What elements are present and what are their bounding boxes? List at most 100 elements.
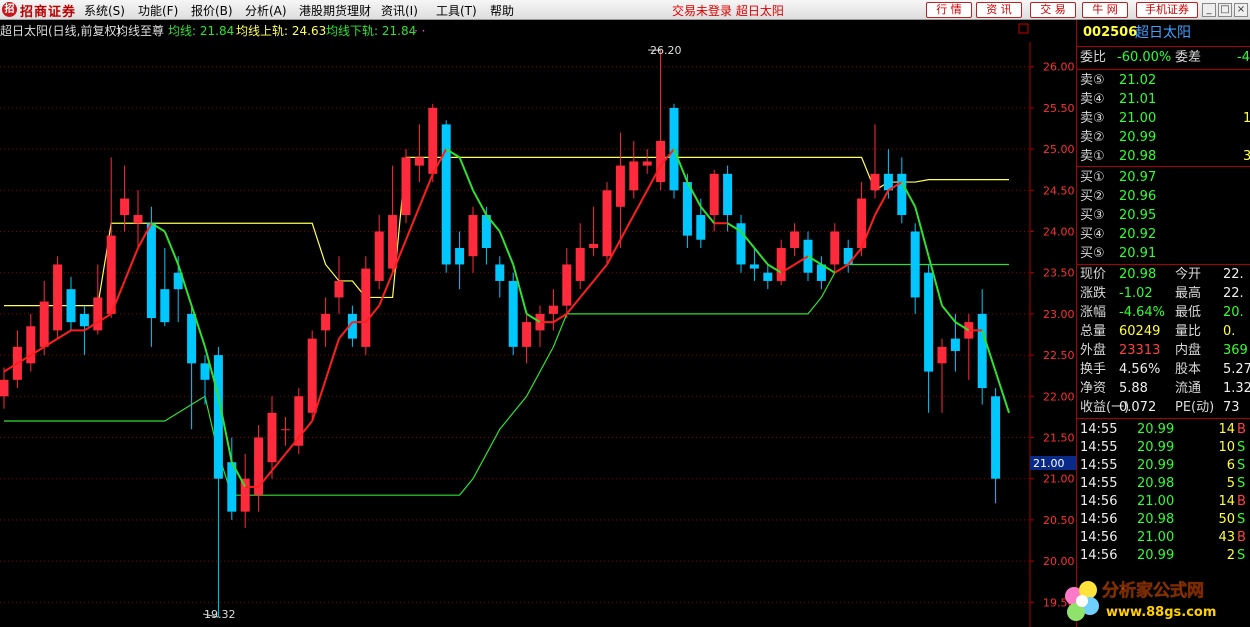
- candle-layer: [0, 50, 1001, 618]
- broker-name: 招商证券: [20, 5, 77, 20]
- tick-volume: 6: [1226, 458, 1235, 473]
- stat-value: 1.32: [1223, 381, 1250, 396]
- candle-body: [548, 305, 558, 314]
- menu-help[interactable]: 帮助: [490, 2, 514, 19]
- tick-volume: 14: [1218, 494, 1235, 509]
- buy-level-price: 20.92: [1119, 227, 1157, 242]
- stat-label: 最低: [1175, 305, 1202, 320]
- menu-quote[interactable]: 报价(B): [191, 2, 233, 19]
- sell-level-volume: 1: [1243, 110, 1250, 128]
- candle-body: [977, 313, 987, 389]
- candle-body: [455, 247, 465, 265]
- candle-body: [495, 264, 505, 281]
- upper-band-value: 均线上轨: 24.63: [236, 24, 326, 38]
- candle-body: [120, 198, 130, 216]
- tick-side: S: [1237, 476, 1246, 491]
- sell-level-price: 21.01: [1119, 92, 1157, 107]
- menu-hk-futures[interactable]: 港股期货理财: [299, 2, 371, 19]
- menu-system[interactable]: 系统(S): [84, 2, 125, 19]
- stat-label: 内盘: [1175, 343, 1202, 358]
- price-tick-label: 25.00: [1043, 143, 1075, 156]
- tick-side: B: [1237, 494, 1246, 509]
- stat-label: 量比: [1175, 324, 1202, 339]
- price-tick-label: 21.00: [1043, 473, 1075, 486]
- sell-level-label: 卖③: [1080, 111, 1105, 126]
- news-button[interactable]: 资 讯: [976, 2, 1022, 18]
- candle-body: [401, 157, 411, 216]
- candle-body: [106, 235, 116, 314]
- candle-body: [615, 165, 625, 207]
- stat-value: 60249: [1119, 324, 1161, 339]
- menu-tools[interactable]: 工具(T): [436, 2, 477, 19]
- stat-value: 22.: [1223, 267, 1244, 282]
- trade-button[interactable]: 交 易: [1030, 2, 1076, 18]
- candle-body: [950, 338, 960, 351]
- candle-body: [790, 231, 800, 248]
- tick-price: 20.98: [1137, 476, 1175, 491]
- candle-body: [629, 161, 639, 191]
- candle-body: [991, 396, 1001, 479]
- candle-body: [240, 478, 250, 512]
- minimize-icon[interactable]: _: [1202, 3, 1216, 17]
- tick-price: 20.99: [1137, 458, 1175, 473]
- buy-level-price: 20.96: [1119, 189, 1157, 204]
- price-tick-label: 22.00: [1043, 390, 1075, 403]
- buy-level-price: 20.91: [1119, 246, 1157, 261]
- menu-function[interactable]: 功能(F): [138, 2, 178, 19]
- stat-label: 涨跌: [1080, 286, 1107, 301]
- ma-segment: [834, 263, 849, 274]
- buy-level-label: 买④: [1080, 227, 1105, 242]
- chart-settings-icon[interactable]: [1018, 23, 1029, 34]
- menu-news[interactable]: 资讯(I): [381, 2, 418, 19]
- tick-price: 20.99: [1137, 548, 1175, 563]
- candle-body: [589, 243, 599, 248]
- tick-time: 14:55: [1080, 440, 1118, 455]
- stat-label: 总量: [1080, 324, 1107, 339]
- buy-level-label: 买③: [1080, 208, 1105, 223]
- chart-title: 超日太阳(日线,前复权): [0, 23, 121, 38]
- restore-icon[interactable]: □: [1218, 3, 1232, 17]
- sell-level-price: 21.00: [1119, 111, 1157, 126]
- candle-body: [709, 173, 719, 216]
- candle-body: [414, 157, 424, 166]
- candle-body: [133, 215, 143, 224]
- stat-value: 0.072: [1119, 400, 1157, 415]
- tick-volume: 50: [1218, 512, 1235, 527]
- tick-time: 14:56: [1080, 512, 1118, 527]
- candle-body: [280, 429, 290, 431]
- tick-price: 20.99: [1137, 422, 1175, 437]
- low-marker: 19.32: [204, 608, 236, 621]
- tick-side: S: [1237, 512, 1246, 527]
- ma-segment: [619, 214, 635, 241]
- candle-body: [723, 173, 733, 216]
- close-icon[interactable]: ×: [1234, 3, 1248, 17]
- current-price-tag: 21.00: [1033, 457, 1065, 470]
- mobile-button[interactable]: 手机证券: [1136, 2, 1198, 18]
- stat-label: 股本: [1175, 362, 1202, 377]
- indicator-dots: · ·: [414, 24, 425, 38]
- flower-icon: [1065, 581, 1099, 621]
- candle-body: [200, 363, 210, 380]
- niu-button[interactable]: 牛 网: [1082, 2, 1128, 18]
- ma-segment: [324, 338, 340, 381]
- price-tick-label: 23.50: [1043, 267, 1075, 280]
- price-tick-label: 24.50: [1043, 184, 1075, 197]
- tick-volume: 5: [1226, 476, 1235, 491]
- stock-code: 002506: [1083, 25, 1138, 40]
- watermark-url: www.88gs.com: [1106, 605, 1216, 620]
- tick-side: S: [1237, 458, 1246, 473]
- tick-price: 20.99: [1137, 440, 1175, 455]
- market-button[interactable]: 行 情: [926, 2, 972, 18]
- stat-label: 现价: [1080, 267, 1107, 282]
- tick-volume: 43: [1218, 530, 1235, 545]
- menu-analysis[interactable]: 分析(A): [245, 2, 287, 19]
- tick-time: 14:55: [1080, 476, 1118, 491]
- tick-price: 20.98: [1137, 512, 1175, 527]
- stat-label: PE(动): [1175, 400, 1215, 415]
- kline-chart[interactable]: 26.00 25.50 25.00 24.50 24.00 23.50 23.00 22.50…: [0, 20, 1076, 627]
- sell-level-label: 卖⑤: [1080, 73, 1105, 88]
- tick-time: 14:55: [1080, 458, 1118, 473]
- price-tick-label: 23.00: [1043, 308, 1075, 321]
- tick-time: 14:56: [1080, 530, 1118, 545]
- stat-label: 涨幅: [1080, 305, 1107, 320]
